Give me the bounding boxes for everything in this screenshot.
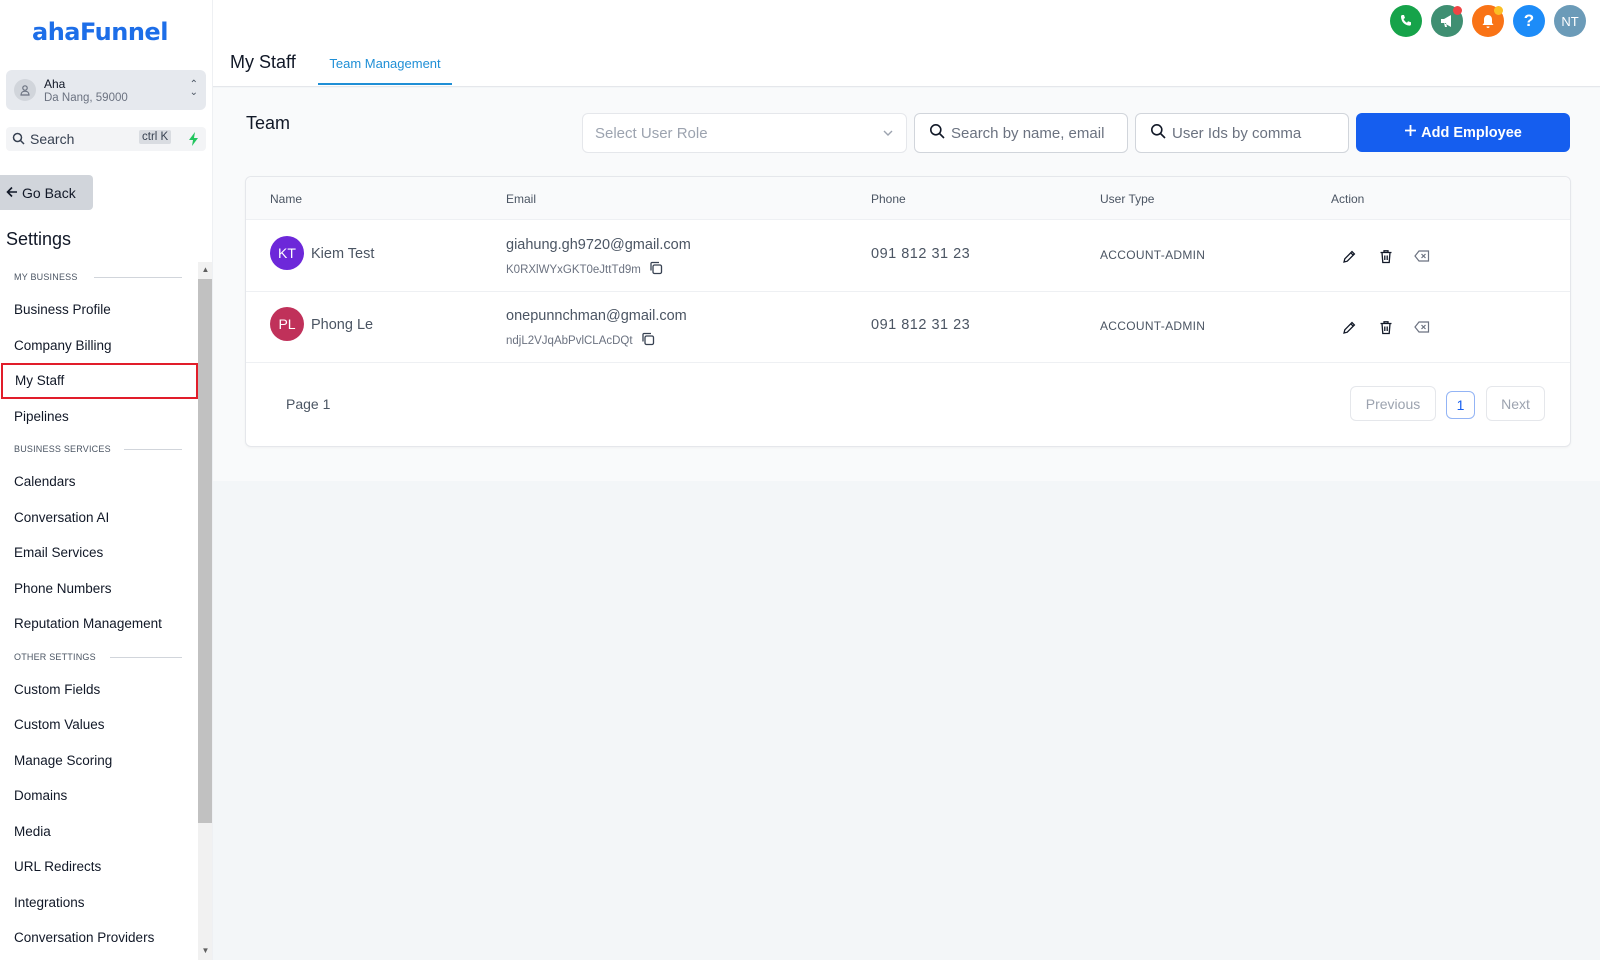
employee-name: Phong Le [311,317,374,333]
scroll-up-arrow-icon[interactable]: ▲ [198,263,212,277]
brand-logo[interactable]: ahaFunnel [32,18,168,46]
user-avatar[interactable]: NT [1554,5,1586,37]
settings-title: Settings [6,229,72,249]
search-icon [929,123,945,143]
sidebar-item-pipelines[interactable]: Pipelines [0,399,196,435]
sidebar-item-calendars[interactable]: Calendars [0,464,196,500]
sidebar-item-company-billing[interactable]: Company Billing [0,328,196,364]
previous-page-button[interactable]: Previous [1350,386,1436,421]
go-back-button[interactable]: Go Back [0,175,93,210]
avatar: KT [270,236,304,270]
sidebar-item-manage-scoring[interactable]: Manage Scoring [0,743,196,779]
employee-user-type: ACCOUNT-ADMIN [1100,319,1206,333]
remove-icon[interactable] [1412,317,1432,337]
employee-name: Kiem Test [311,246,375,262]
edit-icon[interactable] [1339,246,1359,266]
edit-icon[interactable] [1339,317,1359,337]
page-title: My Staff [230,52,296,72]
search-shortcut-badge: ctrl K [139,130,172,144]
user-role-select[interactable]: Select User Role [582,113,907,153]
column-header-user-type: User Type [1100,192,1155,206]
chevron-down-icon [882,126,894,143]
employee-phone: 091 812 31 23 [871,246,971,262]
chevron-updown-icon: ⌃ ⌄ [189,79,198,98]
notification-dot [1494,6,1503,15]
sidebar-item-business-profile[interactable]: Business Profile [0,292,196,328]
sidebar: ahaFunnel Aha Da Nang, 59000 ⌃ ⌄ Search c… [0,0,213,960]
megaphone-icon[interactable] [1431,5,1463,37]
team-table-card: Name Email Phone User Type Action KT Kie… [245,176,1571,447]
column-header-email: Email [506,192,537,206]
next-page-button[interactable]: Next [1486,386,1545,421]
sidebar-item-custom-values[interactable]: Custom Values [0,707,196,743]
search-by-name-placeholder: Search by name, email [951,124,1105,142]
top-header: My Staff Team Management ? NT [213,0,1600,87]
sidebar-search[interactable]: Search ctrl K [6,127,206,151]
employee-user-type: ACCOUNT-ADMIN [1100,248,1206,262]
location-icon [14,79,36,101]
user-ids-input[interactable]: User Ids by comma [1135,113,1349,153]
employee-id-text: ndjL2VJqAbPvlCLAcDQt [506,334,633,347]
table-header: Name Email Phone User Type Action [246,177,1570,220]
sidebar-item-conversation-providers[interactable]: Conversation Providers [0,920,196,956]
nav-section-business-services: BUSINESS SERVICES [0,434,196,464]
go-back-label: Go Back [22,184,76,201]
nav-section-my-business: MY BUSINESS [0,262,196,292]
location-name: Aha [44,77,66,91]
employee-id: K0RXlWYxGKT0eJttTd9m [506,261,663,278]
sidebar-item-media[interactable]: Media [0,814,196,850]
employee-email: giahung.gh9720@gmail.com [506,237,691,253]
sidebar-item-phone-numbers[interactable]: Phone Numbers [0,571,196,607]
avatar: PL [270,307,304,341]
user-ids-placeholder: User Ids by comma [1172,124,1302,142]
employee-email: onepunnchman@gmail.com [506,308,687,324]
column-header-phone: Phone [871,192,906,206]
team-title: Team [246,113,291,133]
table-row: PL Phong Le onepunnchman@gmail.com ndjL2… [246,291,1570,363]
user-role-placeholder: Select User Role [595,125,708,142]
sidebar-item-custom-fields[interactable]: Custom Fields [0,672,196,708]
plus-icon [1404,124,1417,141]
remove-icon[interactable] [1412,246,1432,266]
search-by-name-input[interactable]: Search by name, email [914,113,1128,153]
page-number-button[interactable]: 1 [1446,391,1475,419]
employee-id: ndjL2VJqAbPvlCLAcDQt [506,332,655,349]
tab-team-management[interactable]: Team Management [318,50,452,85]
add-employee-button[interactable]: Add Employee [1356,113,1570,152]
sidebar-item-my-staff[interactable]: My Staff [1,363,198,399]
help-icon[interactable]: ? [1513,5,1545,37]
trash-icon[interactable] [1376,317,1396,337]
page-indicator: Page 1 [286,396,331,412]
copy-icon[interactable] [649,261,663,278]
sidebar-item-conversation-ai[interactable]: Conversation AI [0,500,196,536]
employee-id-text: K0RXlWYxGKT0eJttTd9m [506,263,641,276]
table-row: KT Kiem Test giahung.gh9720@gmail.com K0… [246,220,1570,292]
column-header-name: Name [270,192,303,206]
copy-icon[interactable] [641,332,655,349]
sidebar-item-integrations[interactable]: Integrations [0,885,196,921]
sidebar-item-domains[interactable]: Domains [0,778,196,814]
scroll-down-arrow-icon[interactable]: ▼ [198,944,212,958]
bell-icon[interactable] [1472,5,1504,37]
sidebar-item-email-services[interactable]: Email Services [0,535,196,571]
nav-section-other-settings: OTHER SETTINGS [0,642,196,672]
lightning-icon[interactable] [184,129,204,149]
add-employee-label: Add Employee [1421,124,1522,141]
sidebar-search-label: Search [30,131,75,147]
location-address: Da Nang, 59000 [44,92,128,104]
trash-icon[interactable] [1376,246,1396,266]
search-icon [1150,123,1166,143]
sidebar-item-reputation-management[interactable]: Reputation Management [0,606,196,642]
column-header-action: Action [1331,192,1365,206]
header-actions: ? NT [1390,5,1586,37]
notification-dot [1453,6,1462,15]
location-switcher[interactable]: Aha Da Nang, 59000 ⌃ ⌄ [6,70,206,110]
sidebar-scrollbar-thumb[interactable] [198,279,212,823]
employee-phone: 091 812 31 23 [871,317,971,333]
search-icon [12,132,25,150]
settings-nav: MY BUSINESS Business Profile Company Bil… [0,262,198,956]
phone-icon[interactable] [1390,5,1422,37]
arrow-left-icon [6,185,18,201]
sidebar-item-url-redirects[interactable]: URL Redirects [0,849,196,885]
